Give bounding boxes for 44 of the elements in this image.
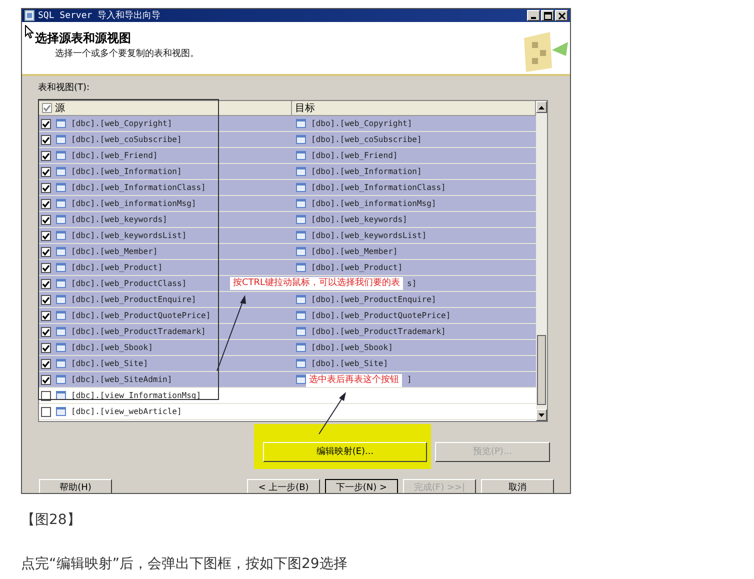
source-name: [dbc].[web_InformationClass] <box>71 183 206 192</box>
target-name: [dbo].[web_InformationClass] <box>311 183 446 192</box>
source-name: [dbc].[web_Copyright] <box>71 119 172 128</box>
page-title: 选择源表和源视图 <box>35 30 132 47</box>
source-name: [dbc].[web_Information] <box>71 167 182 176</box>
source-name: [dbc].[web_ProductTrademark] <box>71 327 206 336</box>
target-name: [dbo].[web_Copyright] <box>311 119 412 128</box>
target-name: [dbo].[web_informationMsg] <box>311 199 436 208</box>
target-name: ] <box>407 375 412 384</box>
source-name: [dbc].[web_keywordsList] <box>71 231 187 240</box>
source-name: [dbc].[web_Sbook] <box>71 343 153 352</box>
target-name: s] <box>407 279 417 288</box>
page-subtitle: 选择一个或多个要复制的表和视图。 <box>54 48 199 60</box>
source-name: [dbc].[view_InformationMsg] <box>71 391 202 400</box>
source-name: [dbc].[web_Product] <box>71 263 163 272</box>
body-text: 点完“编辑映射”后，会弹出下图框，按如下图29选择 <box>21 555 348 573</box>
source-name: [dbc].[web_ProductQuotePrice] <box>71 311 211 320</box>
source-name: [dbc].[web_SiteAdmin] <box>71 375 172 384</box>
annotation-tooltip: 选中表后再表这个按钮 <box>306 374 402 387</box>
source-name: [dbc].[web_keywords] <box>71 215 168 224</box>
target-name: [dbo].[web_Sbook] <box>311 343 393 352</box>
source-name: [dbc].[web_ProductClass] <box>71 279 187 288</box>
target-name: [dbo].[web_Friend] <box>311 151 398 160</box>
source-name: [dbc].[web_ProductEnquire] <box>71 295 196 304</box>
source-name: [dbc].[web_coSubscribe] <box>71 135 182 144</box>
annotation-tooltip: 按CTRL键拉动鼠标，可以选择我们要的表 <box>230 277 404 290</box>
target-name: [dbo].[web_Member] <box>311 247 398 256</box>
source-name: [dbc].[view_webArticle] <box>71 407 182 416</box>
window-title: SQL Server 导入和导出向导 <box>38 10 161 22</box>
source-name: [dbc].[web_informationMsg] <box>71 199 196 208</box>
source-name: [dbc].[web_Site] <box>71 359 148 368</box>
target-name: [dbo].[web_ProductEnquire] <box>311 295 436 304</box>
target-name: [dbo].[web_coSubscribe] <box>311 135 422 144</box>
target-name: [dbo].[web_keywordsList] <box>311 231 427 240</box>
source-name: [dbc].[web_Friend] <box>71 151 158 160</box>
target-name: [dbo].[web_keywords] <box>311 215 408 224</box>
target-name: [dbo].[web_ProductQuotePrice] <box>311 311 451 320</box>
source-name: [dbc].[web_Member] <box>71 247 158 256</box>
tables-label: 表和视图(T): <box>38 82 91 94</box>
figure-caption: 【图28】 <box>21 511 82 529</box>
target-name: [dbo].[web_ProductTrademark] <box>311 327 446 336</box>
target-name: [dbo].[web_Information] <box>311 167 422 176</box>
target-name: [dbo].[web_Site] <box>311 359 388 368</box>
target-name: [dbo].[web_Product] <box>311 263 403 272</box>
